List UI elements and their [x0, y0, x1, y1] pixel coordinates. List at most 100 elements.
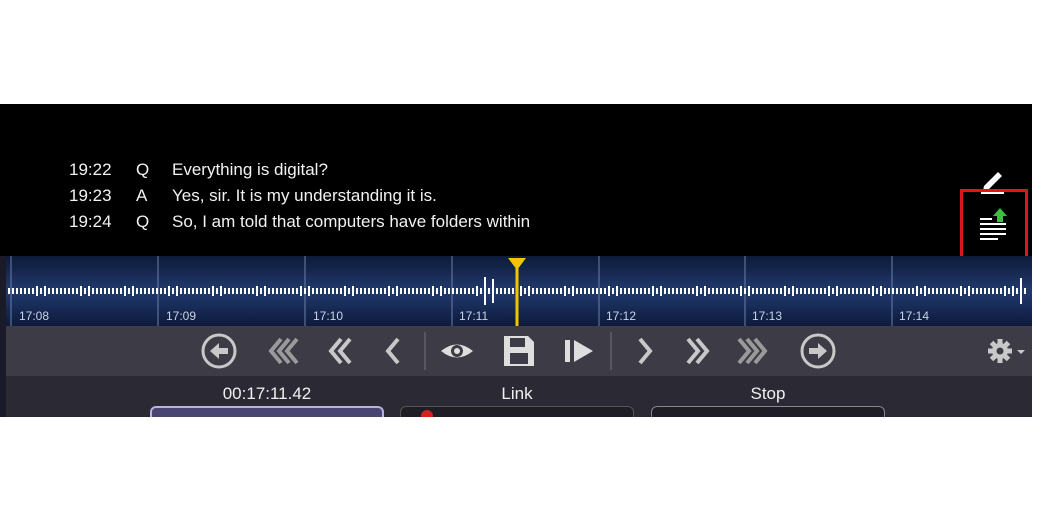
waveform-bar [264, 286, 266, 296]
waveform-bar [968, 286, 970, 296]
waveform-bar [308, 286, 310, 296]
link-input[interactable] [400, 406, 634, 417]
waveform-bar [696, 286, 698, 296]
waveform-bar [356, 288, 358, 294]
waveform-bar [556, 288, 558, 294]
waveform-bar [988, 288, 990, 294]
waveform-bar [340, 288, 342, 294]
waveform-bar [524, 288, 526, 294]
waveform-bar [880, 286, 882, 296]
waveform-bar [692, 288, 694, 294]
waveform-bar [792, 286, 794, 296]
waveform-bar [840, 288, 842, 294]
waveform-bar [928, 288, 930, 294]
waveform-bar [952, 288, 954, 294]
waveform-bar [608, 286, 610, 296]
waveform-bar [536, 288, 538, 294]
waveform-bar [144, 288, 146, 294]
step-back-button[interactable] [374, 332, 412, 370]
waveform-bar [876, 288, 878, 294]
rewind-button[interactable] [322, 332, 360, 370]
audio-waveform[interactable]: 17:08 17:09 17:10 17:11 17:12 17:13 17:1… [6, 256, 1032, 326]
waveform-bar [116, 288, 118, 294]
stop-label: Stop [750, 384, 786, 403]
line-text: So, I am told that computers have folder… [172, 212, 531, 231]
waveform-bar [956, 288, 958, 294]
current-time-label: 00:17:11.42 [222, 384, 312, 403]
waveform-bar [284, 288, 286, 294]
waveform-bar [472, 288, 474, 294]
waveform-bar [368, 288, 370, 294]
stop-input[interactable] [651, 406, 885, 417]
settings-button[interactable] [984, 332, 1028, 370]
waveform-bar [820, 288, 822, 294]
waveform-bar [932, 288, 934, 294]
waveform-bar [460, 288, 462, 294]
waveform-bar [936, 288, 938, 294]
waveform-canvas [8, 256, 1026, 326]
separator [610, 332, 612, 370]
waveform-bar [884, 288, 886, 294]
waveform-bar [8, 288, 10, 294]
video-player-app: 19:22 Q Everything is digital? 19:23 A Y… [0, 104, 1032, 417]
waveform-bar [848, 288, 850, 294]
waveform-bar [272, 288, 274, 294]
step-forward-button[interactable] [626, 332, 664, 370]
forward-button[interactable] [678, 332, 716, 370]
waveform-bar [140, 288, 142, 294]
waveform-bar [656, 288, 658, 294]
waveform-bar [740, 286, 742, 296]
link-label: Link [501, 384, 533, 403]
waveform-bar [124, 286, 126, 296]
view-button[interactable] [438, 332, 476, 370]
go-to-start-button[interactable] [200, 332, 238, 370]
play-from-button[interactable] [560, 332, 598, 370]
import-transcript-icon[interactable] [976, 206, 1012, 242]
time-input[interactable] [150, 406, 384, 417]
waveform-bar [1004, 286, 1006, 296]
rewind-fast-button[interactable] [266, 332, 304, 370]
forward-fast-button[interactable] [732, 332, 770, 370]
waveform-bar [924, 286, 926, 296]
waveform-bar [600, 288, 602, 294]
circle-arrow-left-icon [201, 333, 237, 369]
waveform-bar [836, 286, 838, 296]
playhead-handle-icon[interactable] [508, 258, 526, 270]
waveform-bar [580, 288, 582, 294]
waveform-bar [940, 288, 942, 294]
waveform-bar [292, 288, 294, 294]
waveform-bar [868, 288, 870, 294]
waveform-bar [76, 288, 78, 294]
waveform-bar [728, 288, 730, 294]
waveform-bar [496, 288, 498, 294]
waveform-bar [372, 288, 374, 294]
waveform-bar [852, 288, 854, 294]
waveform-bar [52, 288, 54, 294]
waveform-bar [336, 288, 338, 294]
waveform-bar [908, 288, 910, 294]
waveform-bar [976, 288, 978, 294]
waveform-bar [856, 288, 858, 294]
save-button[interactable] [500, 332, 538, 370]
waveform-bar [60, 288, 62, 294]
waveform-bar [776, 288, 778, 294]
bottom-panel: 00:17:11.42 Link Stop [6, 376, 1032, 417]
waveform-bar [84, 288, 86, 294]
waveform-bar [252, 288, 254, 294]
go-to-end-button[interactable] [799, 332, 837, 370]
line-text: Everything is digital? [172, 160, 328, 179]
record-dot-icon [421, 410, 433, 417]
waveform-bar [492, 279, 494, 303]
waveform-bar [20, 288, 22, 294]
waveform-bar [376, 288, 378, 294]
waveform-bar [440, 286, 442, 296]
waveform-bar [248, 288, 250, 294]
waveform-bar [596, 288, 598, 294]
waveform-bar [112, 288, 114, 294]
waveform-bar [232, 288, 234, 294]
waveform-bar [300, 286, 302, 296]
waveform-bar [416, 288, 418, 294]
waveform-bar [64, 288, 66, 294]
waveform-bar [160, 288, 162, 294]
waveform-bar [648, 288, 650, 294]
